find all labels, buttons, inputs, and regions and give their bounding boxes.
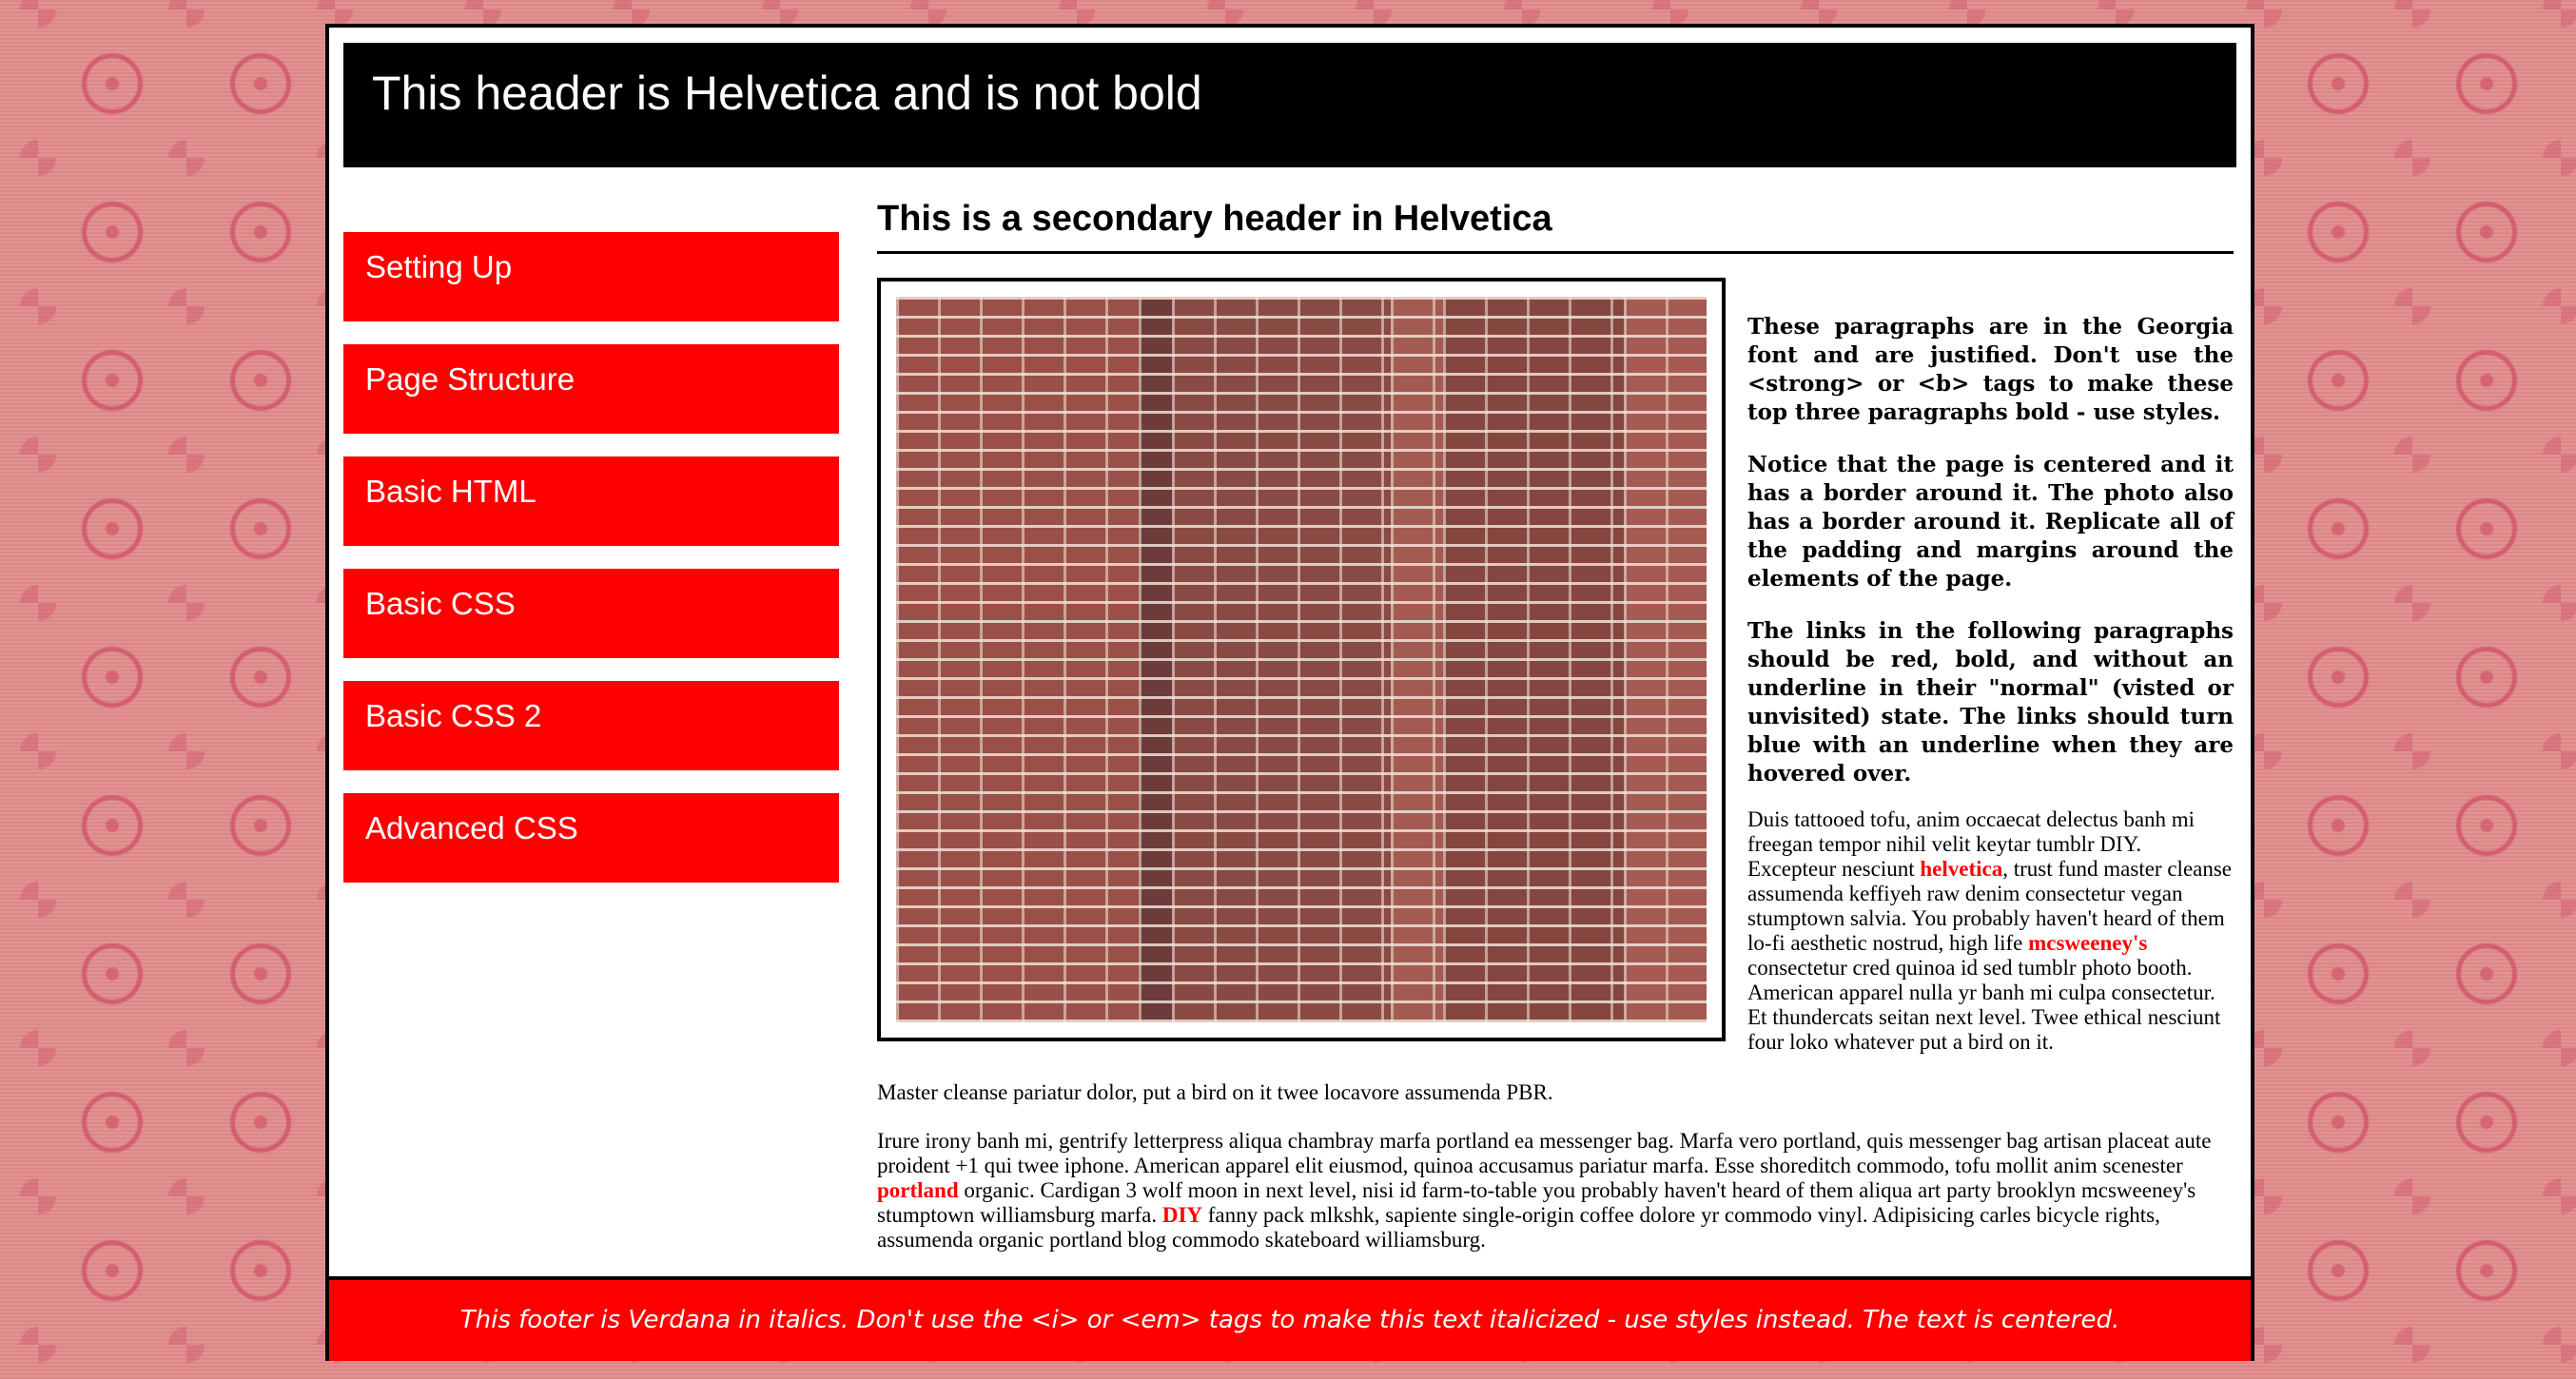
intro-paragraph: The links in the following paragraphs sh…	[1747, 618, 2234, 787]
link-portland[interactable]: portland	[877, 1178, 959, 1202]
sidebar-item-basic-css[interactable]: Basic CSS	[343, 569, 839, 658]
photo-wall-segment	[1624, 297, 1707, 1022]
page-container: This header is Helvetica and is not bold…	[325, 24, 2254, 1361]
intro-paragraph: These paragraphs are in the Georgia font…	[1747, 314, 2234, 425]
photo-wall-segment	[1139, 297, 1172, 1022]
text-span: consectetur cred quinoa id sed tumblr ph…	[1747, 956, 2221, 1054]
photo-wall-segment	[896, 297, 1139, 1022]
photo-wall-segment	[1443, 297, 1624, 1022]
page-header: This header is Helvetica and is not bold	[343, 43, 2236, 167]
body-paragraph-1-tail: Master cleanse pariatur dolor, put a bir…	[877, 1080, 1553, 1104]
intro-paragraph: Notice that the page is centered and it …	[1747, 452, 2234, 592]
secondary-header: This is a secondary header in Helvetica	[877, 199, 2234, 254]
link-diy[interactable]: DIY	[1162, 1203, 1202, 1227]
photo-wall-segment	[1391, 297, 1443, 1022]
photo-wall-segment	[1172, 297, 1391, 1022]
body-paragraph-1: Duis tattooed tofu, anim occaecat delect…	[1747, 807, 2234, 1055]
page-footer: This footer is Verdana in italics. Don't…	[329, 1276, 2251, 1361]
text-span: Irure irony banh mi, gentrify letterpres…	[877, 1129, 2212, 1177]
sidebar-item-page-structure[interactable]: Page Structure	[343, 344, 839, 434]
body-paragraph-2: Irure irony banh mi, gentrify letterpres…	[877, 1129, 2234, 1253]
link-helvetica[interactable]: helvetica	[1920, 857, 2002, 881]
brick-wall-photo	[896, 297, 1707, 1022]
photo-frame	[877, 278, 1726, 1041]
sidebar-item-setting-up[interactable]: Setting Up	[343, 232, 839, 321]
sidebar-item-advanced-css[interactable]: Advanced CSS	[343, 793, 839, 883]
sidebar-nav: Setting Up Page Structure Basic HTML Bas…	[343, 232, 839, 905]
sidebar-item-basic-css-2[interactable]: Basic CSS 2	[343, 681, 839, 770]
main-content: This is a secondary header in Helvetica …	[877, 199, 2234, 1252]
intro-paragraphs: These paragraphs are in the Georgia font…	[1747, 313, 2234, 812]
link-mcsweeneys[interactable]: mcsweeney's	[2028, 931, 2147, 955]
sidebar-item-basic-html[interactable]: Basic HTML	[343, 456, 839, 546]
